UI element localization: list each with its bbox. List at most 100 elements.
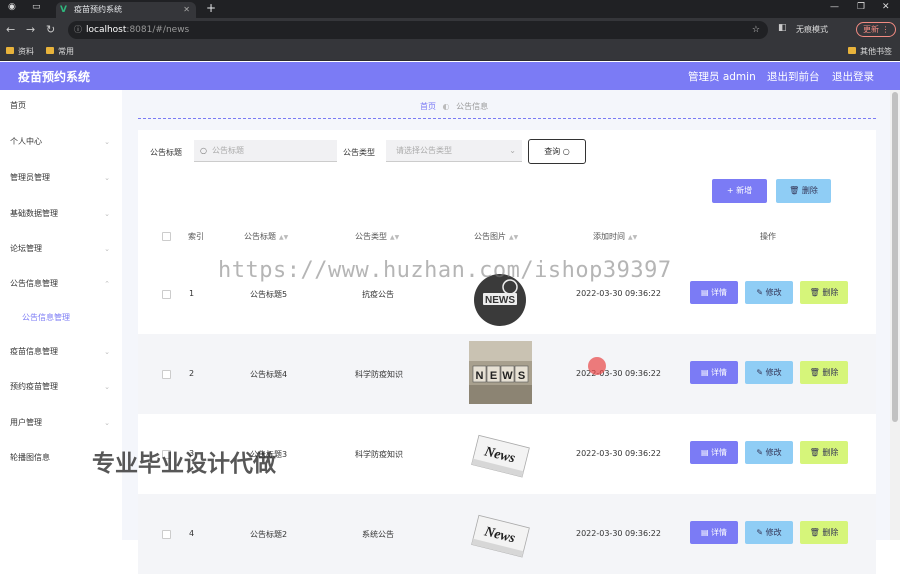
delete-button[interactable]: 🗑 删除: [800, 361, 848, 384]
detail-button[interactable]: ▤ 详情: [690, 521, 738, 544]
svg-text:E: E: [490, 370, 497, 382]
browser-toolbar: ← → ↻ ⓘ localhost:8081/#/news ☆ ◧ 无痕模式 更…: [0, 18, 900, 42]
forward-icon[interactable]: →: [26, 23, 35, 36]
sidebar-item-vaccine-booking[interactable]: 预约疫苗管理 ⌄: [0, 377, 122, 397]
mouse-cursor-indicator: [588, 357, 606, 375]
chevron-down-icon: ⌄: [104, 210, 110, 218]
tab-title: 疫苗预约系统: [74, 5, 122, 14]
edit-button[interactable]: ✎ 修改: [745, 281, 793, 304]
close-window-icon[interactable]: ✕: [882, 2, 890, 12]
trash-icon: 🗑: [809, 448, 820, 457]
cell-title: 公告标题5: [250, 290, 288, 299]
chevron-down-icon: ⌄: [104, 383, 110, 391]
chevron-up-icon: ⌃: [104, 280, 110, 288]
browser-tab-bar: ◉ ▭ V 疫苗预约系统 ✕ + — ❐ ✕: [0, 0, 900, 18]
sidebar-subitem-notice[interactable]: 公告信息管理: [0, 308, 122, 328]
sidebar-item-notice[interactable]: 公告信息管理 ⌃: [0, 274, 122, 294]
col-type[interactable]: 公告类型 ▲▼: [355, 231, 399, 242]
select-all-checkbox[interactable]: [162, 232, 171, 241]
trash-icon: 🗑: [809, 368, 820, 377]
delete-button[interactable]: 🗑 删除: [800, 441, 848, 464]
detail-button[interactable]: ▤ 详情: [690, 281, 738, 304]
address-bar[interactable]: ⓘ localhost:8081/#/news ☆: [68, 21, 768, 39]
document-icon: ▤: [700, 288, 709, 297]
bookmark-folder-changyong[interactable]: 常用: [46, 46, 74, 57]
breadcrumb-home[interactable]: 首页: [420, 102, 436, 111]
text-watermark: 专业毕业设计代做: [92, 451, 276, 477]
pencil-icon: ✎: [756, 528, 764, 537]
breadcrumb-separator-icon: ◐: [442, 102, 450, 111]
restore-icon[interactable]: ❐: [857, 2, 865, 12]
edit-button[interactable]: ✎ 修改: [745, 441, 793, 464]
cell-time: 2022-03-30 09:36:22: [576, 289, 661, 298]
update-button[interactable]: 更新 ⋮: [856, 22, 896, 37]
cell-time: 2022-03-30 09:36:22: [576, 449, 661, 458]
row-checkbox[interactable]: [162, 530, 171, 539]
newspaper-photo: News: [469, 423, 532, 486]
other-bookmarks[interactable]: 其他书签: [848, 46, 892, 57]
cell-type: 抗疫公告: [362, 290, 394, 299]
minimize-icon[interactable]: —: [830, 2, 839, 12]
browser-menu-icon[interactable]: ◉: [8, 2, 16, 12]
breadcrumb: 首页 ◐ 公告信息: [420, 101, 488, 112]
sort-icon[interactable]: ▲▼: [509, 234, 518, 241]
col-time[interactable]: 添加时间 ▲▼: [593, 231, 637, 242]
bookmark-star-icon[interactable]: ☆: [752, 21, 760, 39]
batch-delete-button[interactable]: 🗑 删除: [776, 179, 831, 203]
sidebar-item-base-data[interactable]: 基础数据管理 ⌄: [0, 204, 122, 224]
delete-button[interactable]: 🗑 删除: [800, 521, 848, 544]
side-panel-icon[interactable]: ◧: [778, 23, 787, 33]
close-tab-icon[interactable]: ✕: [183, 2, 190, 18]
sidebar-item-vaccine-info[interactable]: 疫苗信息管理 ⌄: [0, 342, 122, 362]
query-button[interactable]: 查询 ○: [528, 139, 586, 164]
url-watermark: https://www.huzhan.com/ishop39397: [218, 258, 672, 283]
sidebar-item-users[interactable]: 用户管理 ⌄: [0, 413, 122, 433]
col-image[interactable]: 公告图片 ▲▼: [474, 231, 518, 242]
page-scrollbar[interactable]: [890, 90, 900, 540]
incognito-label[interactable]: 无痕模式: [796, 24, 828, 35]
trash-icon: 🗑: [789, 186, 800, 195]
search-icon: ○: [562, 147, 570, 156]
app-header: 疫苗预约系统 管理员 admin 退出到前台 退出登录: [0, 62, 900, 90]
exit-to-front-link[interactable]: 退出到前台: [767, 69, 820, 84]
sort-icon[interactable]: ▲▼: [628, 234, 637, 241]
sidebar-item-home[interactable]: 首页: [0, 96, 122, 116]
edit-button[interactable]: ✎ 修改: [745, 521, 793, 544]
add-button[interactable]: + 新增: [712, 179, 767, 203]
chevron-down-icon: ⌄: [104, 174, 110, 182]
svg-text:NEWS: NEWS: [485, 295, 515, 306]
site-info-icon[interactable]: ⓘ: [74, 21, 82, 39]
sort-icon[interactable]: ▲▼: [279, 234, 288, 241]
pencil-icon: ✎: [756, 368, 764, 377]
document-icon: ▤: [700, 528, 709, 537]
col-title[interactable]: 公告标题 ▲▼: [244, 231, 288, 242]
new-tab-button[interactable]: +: [206, 1, 216, 15]
browser-tab[interactable]: V 疫苗预约系统 ✕: [56, 2, 196, 18]
pencil-icon: ✎: [756, 288, 764, 297]
detail-button[interactable]: ▤ 详情: [690, 361, 738, 384]
search-icon: ○: [200, 146, 207, 155]
sidebar-item-forum[interactable]: 论坛管理 ⌄: [0, 239, 122, 259]
detail-button[interactable]: ▤ 详情: [690, 441, 738, 464]
logout-link[interactable]: 退出登录: [832, 69, 874, 84]
sidebar-item-personal-center[interactable]: 个人中心 ⌄: [0, 132, 122, 152]
row-checkbox[interactable]: [162, 290, 171, 299]
table-header: 索引 公告标题 ▲▼ 公告类型 ▲▼ 公告图片 ▲▼ 添加时间 ▲▼ 操作: [138, 224, 876, 248]
title-search-input[interactable]: ○ 公告标题: [194, 140, 337, 162]
sidebar-item-admin-management[interactable]: 管理员管理 ⌄: [0, 168, 122, 188]
sort-icon[interactable]: ▲▼: [390, 234, 399, 241]
row-checkbox[interactable]: [162, 370, 171, 379]
plus-icon: +: [726, 186, 734, 195]
bookmark-folder-ziliao[interactable]: 资料: [6, 46, 34, 57]
scrollbar-thumb[interactable]: [892, 92, 898, 422]
table-row: 4 公告标题2 系统公告 News 2022-03-30 09:36:22 ▤ …: [138, 494, 876, 574]
back-icon[interactable]: ←: [6, 23, 15, 36]
cell-title: 公告标题4: [250, 370, 288, 379]
edit-button[interactable]: ✎ 修改: [745, 361, 793, 384]
cell-index: 4: [189, 529, 195, 538]
reload-icon[interactable]: ↻: [46, 23, 55, 36]
col-actions: 操作: [760, 232, 776, 241]
delete-button[interactable]: 🗑 删除: [800, 281, 848, 304]
type-select[interactable]: 请选择公告类型 ⌄: [386, 140, 522, 162]
tab-search-icon[interactable]: ▭: [32, 2, 41, 12]
